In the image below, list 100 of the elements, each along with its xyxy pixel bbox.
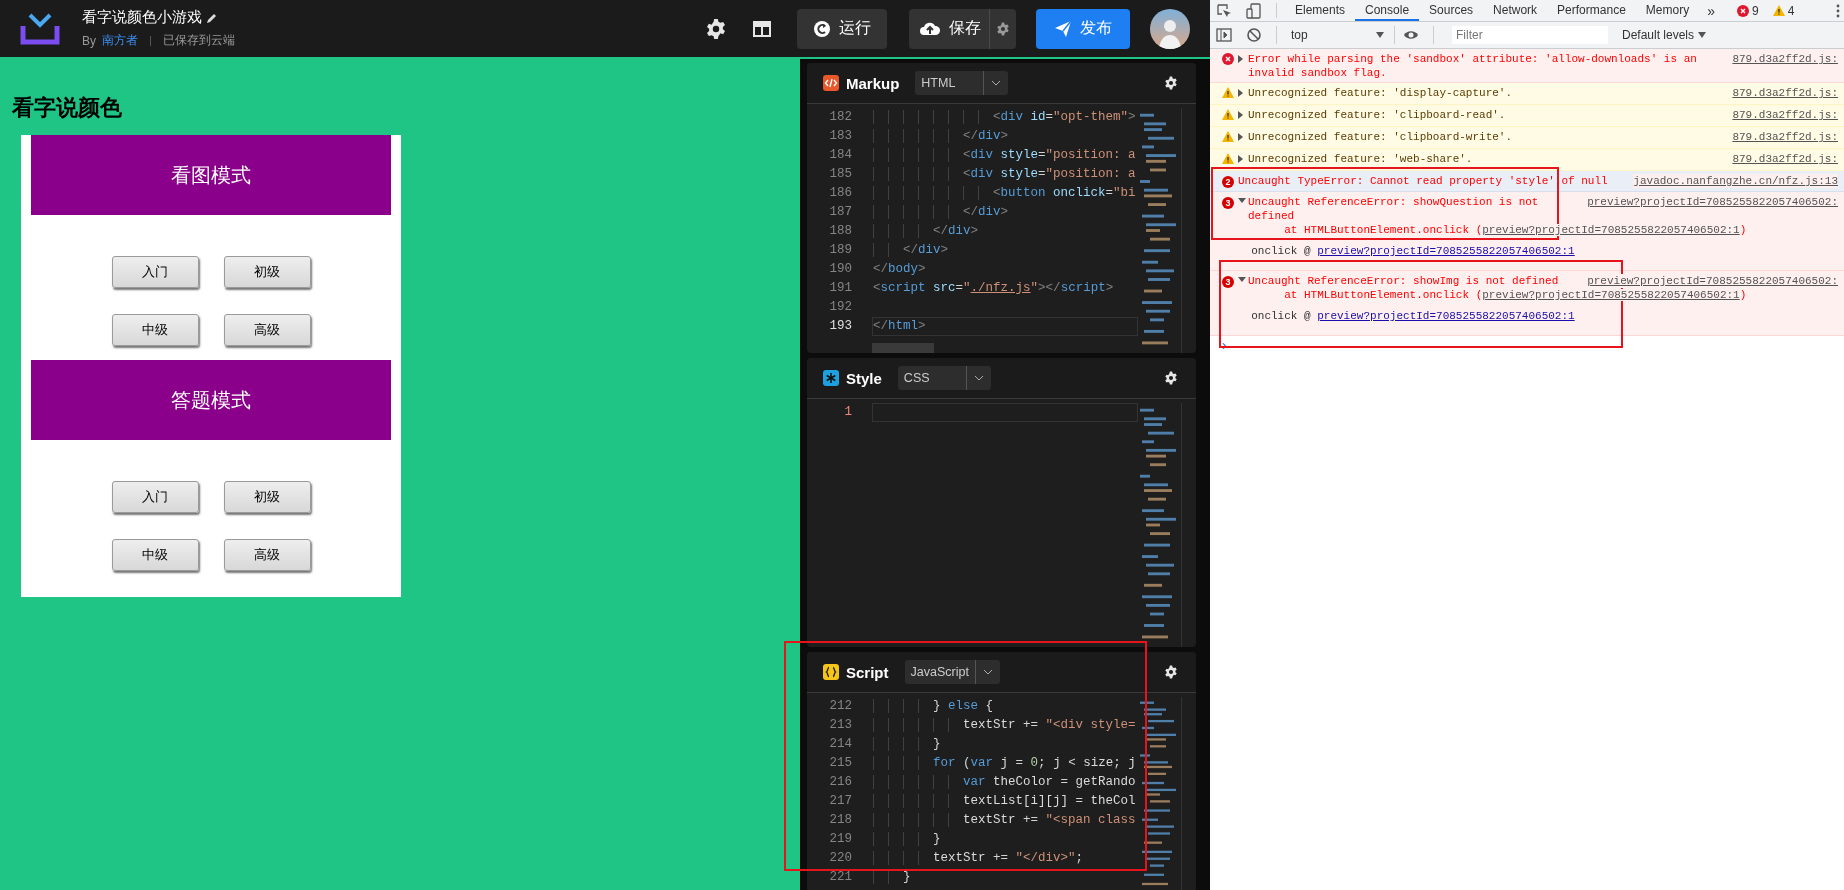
line-number: 213 — [828, 717, 852, 734]
warning-icon — [1222, 87, 1234, 98]
devtools-tab[interactable]: Sources — [1419, 0, 1484, 21]
save-settings-button[interactable] — [989, 8, 1016, 49]
scrollbar-thumb[interactable] — [872, 343, 934, 353]
source-link[interactable]: preview?projectId=7085255822057406502:1 — [1482, 289, 1740, 301]
filter-field[interactable]: Filter — [1452, 26, 1608, 44]
expand-arrow-icon[interactable] — [1238, 111, 1243, 119]
repeat-count: 3 — [1222, 197, 1234, 209]
warning-icon — [1222, 153, 1234, 164]
repeat-count: 3 — [1222, 276, 1234, 288]
source-link[interactable]: preview?projectId=7085255822057406502:1 — [1317, 310, 1575, 322]
chevron-down-icon[interactable] — [991, 80, 1002, 86]
levels-select[interactable]: Default levels — [1616, 27, 1713, 43]
expand-arrow-icon[interactable] — [1238, 133, 1243, 141]
chevron-down-icon[interactable] — [973, 375, 984, 381]
device-icon[interactable] — [1246, 2, 1262, 19]
line-number: 182 — [828, 109, 852, 126]
line-number: 220 — [828, 850, 852, 867]
code-line: var theColor = getRando — [873, 775, 1136, 789]
level-button[interactable]: 入门 — [111, 256, 199, 288]
line-number: 216 — [828, 774, 852, 791]
devtools-tab[interactable]: Performance — [1547, 0, 1636, 21]
collapse-arrow-icon[interactable] — [1238, 198, 1246, 203]
console-message: Uncaught ReferenceError: showImg is not defined — [1248, 275, 1559, 287]
warning-count[interactable]: 4 — [1787, 3, 1795, 18]
author-link[interactable]: 南方者 — [102, 32, 138, 49]
devtools-tab[interactable]: Elements — [1285, 0, 1356, 21]
expand-arrow-icon[interactable] — [1238, 55, 1243, 63]
line-number: 212 — [828, 698, 852, 715]
language-select[interactable]: CSS — [897, 366, 991, 390]
by-label: By — [82, 33, 96, 48]
expand-arrow-icon[interactable] — [1238, 155, 1243, 163]
source-link[interactable]: preview?projectId=7085255822057406502: — [1587, 274, 1838, 288]
code-line: } else { — [873, 699, 994, 713]
stack-frame: at HTMLButtonElement.onclick (preview?projectId=7085255822057406502:1) — [1284, 224, 1747, 236]
line-number: 1 — [843, 404, 852, 421]
panel-title: Style — [846, 369, 882, 387]
level-button[interactable]: 高级 — [223, 314, 311, 346]
code-line: <button onclick="bi — [873, 186, 1136, 200]
settings-icon[interactable] — [1164, 665, 1178, 679]
mode-banner: 看图模式 — [31, 135, 391, 215]
run-button[interactable]: 运行 — [797, 8, 887, 49]
level-button[interactable]: 中级 — [111, 314, 199, 346]
level-button[interactable]: 高级 — [223, 539, 311, 571]
context-select[interactable]: top — [1285, 28, 1390, 42]
settings-icon[interactable] — [1164, 371, 1178, 385]
line-number: 219 — [828, 831, 852, 848]
source-link[interactable]: preview?projectId=7085255822057406502:1 — [1482, 224, 1740, 236]
line-number: 218 — [828, 812, 852, 829]
page-heading: 看字说颜色 — [12, 94, 122, 122]
braces-icon — [823, 664, 839, 680]
line-number: 221 — [828, 869, 852, 886]
project-title: 看字说颜色小游戏 — [82, 8, 202, 27]
code-line: <div style="position: a — [873, 167, 1136, 181]
devtools-tab[interactable]: Memory — [1635, 0, 1700, 21]
source-link[interactable]: preview?projectId=7085255822057406502:1 — [1317, 245, 1575, 257]
code-line: <script src="./nfz.js"></script> — [873, 281, 1114, 295]
language-select[interactable]: JavaScript — [904, 660, 1000, 684]
code-line: textStr += "<div style= — [873, 718, 1136, 732]
level-button[interactable]: 入门 — [111, 481, 199, 513]
source-link[interactable]: 879.d3a2ff2d.js: — [1732, 130, 1838, 144]
error-icon — [1222, 53, 1234, 65]
console-message: Uncaught TypeError: Cannot read property 'style' of null — [1238, 175, 1608, 187]
line-number: 185 — [828, 166, 852, 183]
source-link[interactable]: 879.d3a2ff2d.js: — [1732, 152, 1838, 166]
more-tabs[interactable]: » — [1699, 2, 1723, 19]
devtools-tab[interactable]: Network — [1483, 0, 1548, 21]
settings-icon[interactable] — [705, 17, 727, 40]
settings-icon[interactable] — [1164, 76, 1178, 90]
inspect-icon[interactable] — [1216, 2, 1232, 19]
collapse-arrow-icon[interactable] — [1238, 277, 1246, 282]
level-button[interactable]: 初级 — [223, 256, 311, 288]
code-line: } — [873, 870, 911, 884]
chevron-down-icon[interactable] — [982, 669, 993, 675]
language-select[interactable]: HTML — [915, 71, 1009, 95]
line-number: 189 — [828, 242, 852, 259]
level-button[interactable]: 中级 — [111, 539, 199, 571]
level-button[interactable]: 初级 — [223, 481, 311, 513]
code-line: </div> — [873, 205, 1009, 219]
panel-title: Script — [846, 663, 889, 681]
publish-button[interactable]: 发布 — [1036, 8, 1130, 49]
source-link[interactable]: 879.d3a2ff2d.js: — [1732, 86, 1838, 100]
code-line: </div> — [873, 243, 949, 257]
source-link[interactable]: javadoc.nanfangzhe.cn/nfz.js:13 — [1633, 174, 1838, 188]
line-number: 183 — [828, 128, 852, 145]
source-link[interactable]: 879.d3a2ff2d.js: — [1732, 108, 1838, 122]
menu-icon[interactable] — [1836, 3, 1840, 18]
pencil-icon[interactable] — [206, 11, 218, 24]
console-message: Unrecognized feature: 'display-capture'. — [1248, 87, 1513, 99]
avatar[interactable] — [1150, 8, 1190, 49]
line-number: 186 — [828, 185, 852, 202]
code-line: <div style="position: a — [873, 148, 1136, 162]
error-count[interactable]: 9 — [1751, 3, 1759, 18]
panel-title: Markup — [846, 74, 900, 92]
save-button[interactable]: 保存 — [909, 8, 989, 49]
clear-icon[interactable] — [1246, 27, 1262, 43]
sidebar-icon[interactable] — [1216, 27, 1232, 43]
expand-arrow-icon[interactable] — [1238, 89, 1243, 97]
warning-icon — [1222, 131, 1234, 142]
